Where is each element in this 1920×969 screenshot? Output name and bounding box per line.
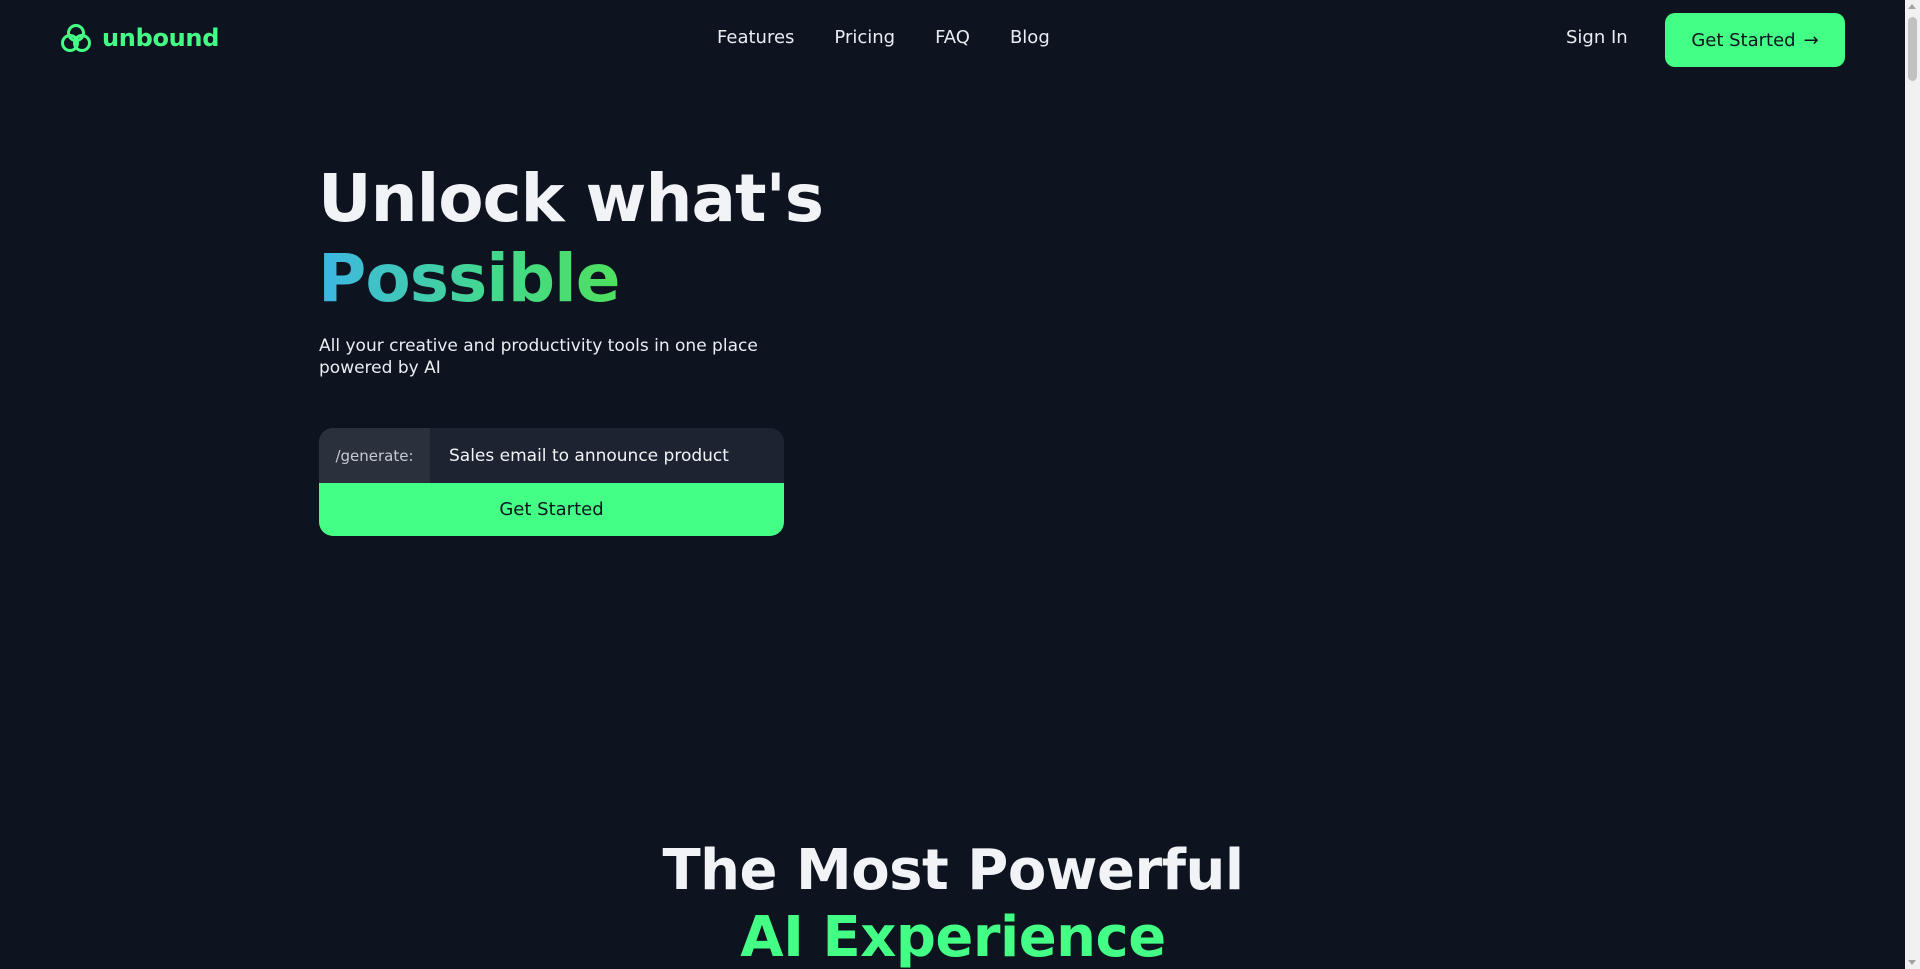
hero-title-highlight: Possible [318,240,621,317]
prompt-input[interactable] [430,428,784,483]
section-title-highlight: AI Experience [740,905,1166,969]
nav-features[interactable]: Features [717,27,794,48]
nav-blog[interactable]: Blog [1010,27,1050,48]
nav-pricing[interactable]: Pricing [834,27,895,48]
scroll-thumb[interactable] [1908,17,1917,81]
logo[interactable]: unbound [60,22,219,54]
prompt-row: /generate: [319,428,784,483]
prompt-get-started-button[interactable]: Get Started [319,483,784,536]
unbound-logo-icon [61,24,91,52]
main-nav: Features Pricing FAQ Blog [717,27,1050,48]
prompt-box: /generate: Get Started [319,428,784,536]
sign-in-link[interactable]: Sign In [1566,27,1628,48]
get-started-button[interactable]: Get Started → [1665,13,1845,67]
page: unbound Features Pricing FAQ Blog Sign I… [0,0,1920,969]
nav-faq[interactable]: FAQ [935,27,970,48]
logo-text: unbound [102,24,220,52]
section-title: The Most Powerful [662,838,1244,903]
hero-title: Unlock what's [318,160,824,237]
hero-subtitle: All your creative and productivity tools… [319,336,758,378]
prompt-prefix: /generate: [319,428,430,483]
scroll-down-icon[interactable] [1908,960,1916,965]
get-started-label: Get Started [1691,29,1796,51]
vertical-scrollbar[interactable] [1905,0,1920,969]
scroll-up-icon[interactable] [1908,4,1916,9]
arrow-right-icon: → [1803,29,1819,51]
